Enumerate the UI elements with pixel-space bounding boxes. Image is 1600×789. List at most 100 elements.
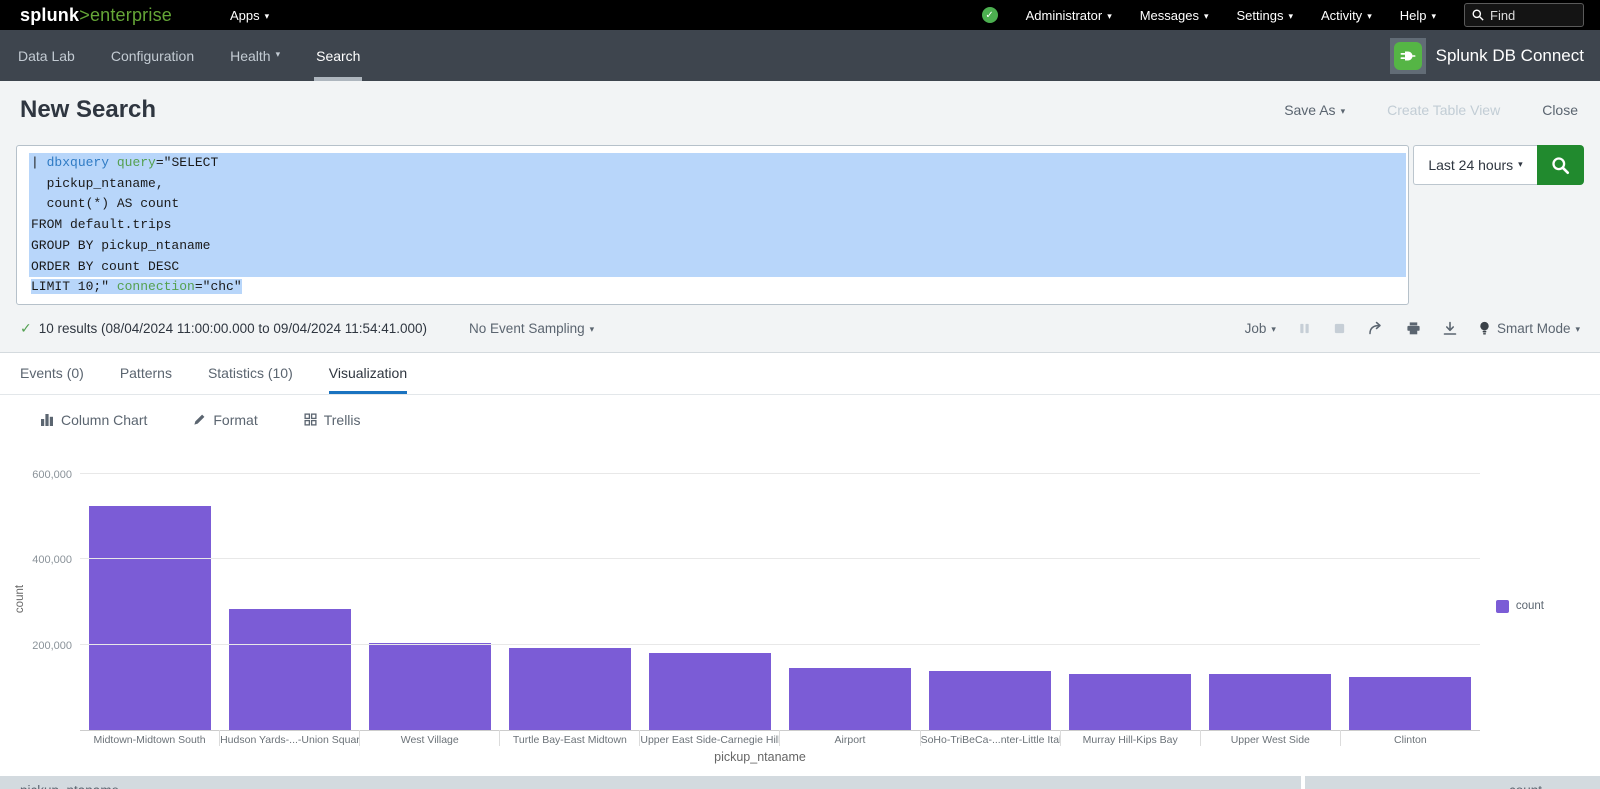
menu-administrator[interactable]: Administrator [1026,8,1112,23]
apps-menu[interactable]: Apps [230,8,269,23]
x-label: Hudson Yards-...-Union Square [219,730,359,746]
app-nav-bar: Data LabConfigurationHealthSearch Splunk… [0,30,1600,81]
menu-activity[interactable]: Activity [1321,8,1372,23]
query-line-1: | dbxquery query="SELECT [29,153,1406,174]
nav-item-configuration[interactable]: Configuration [93,30,212,81]
save-as-button[interactable]: Save As [1284,102,1345,118]
nav-item-data-lab[interactable]: Data Lab [0,30,93,81]
find-search-box[interactable] [1464,3,1584,27]
close-button[interactable]: Close [1542,102,1578,118]
smart-mode-label: Smart Mode [1497,321,1580,336]
bar-slot [1060,445,1200,730]
nav-item-search[interactable]: Search [298,30,378,81]
bar-2[interactable] [229,609,351,730]
bar-slot [220,445,360,730]
chart-legend[interactable]: count [1496,600,1544,613]
stop-button[interactable] [1333,322,1346,335]
x-label: Clinton [1340,730,1480,746]
bar-6[interactable] [789,668,911,730]
bar-3[interactable] [369,643,491,730]
app-name: Splunk DB Connect [1436,46,1584,66]
share-button[interactable] [1368,321,1384,336]
logo-gt: > [79,5,90,25]
pause-button[interactable] [1298,322,1311,335]
bar-5[interactable] [649,653,771,730]
x-axis-title: pickup_ntaname [160,750,1360,764]
x-label: Upper East Side-Carnegie Hill [639,730,779,746]
results-tabs: Events (0) Patterns Statistics (10) Visuali… [0,353,1600,395]
lightbulb-icon [1479,321,1490,336]
x-label: Turtle Bay-East Midtown [499,730,639,746]
results-bar: ✓ 10 results (08/04/2024 11:00:00.000 to… [0,305,1600,353]
chart-type-label: Column Chart [61,412,147,428]
smart-mode-menu[interactable]: Smart Mode [1479,321,1580,336]
trellis-button[interactable]: Trellis [304,412,361,428]
x-label: West Village [359,730,499,746]
header-actions: Save As Create Table View Close [1284,102,1578,118]
legend-swatch [1496,600,1509,613]
event-sampling-menu[interactable]: No Event Sampling [469,321,594,336]
chart-type-button[interactable]: Column Chart [40,412,147,428]
x-label: Airport [779,730,919,746]
viz-toolbar: Column Chart Format Trellis [0,395,1600,445]
query-line-4: FROM default.trips [29,215,1406,236]
bar-7[interactable] [929,671,1051,730]
table-header-pickup_ntaname[interactable]: pickup_ntaname [0,776,1301,789]
query-line-7: LIMIT 10;" connection="chc" [29,277,1406,298]
tab-events-0-[interactable]: Events (0) [20,353,84,394]
x-axis-labels: Midtown-Midtown SouthHudson Yards-...-Un… [80,730,1480,746]
find-input[interactable] [1490,8,1570,23]
menu-help[interactable]: Help [1400,8,1436,23]
topbar-menus: Administrator Messages Settings Activity Hel… [1026,8,1436,23]
page-header: New Search Save As Create Table View Clo… [0,81,1600,139]
search-icon [1472,9,1484,21]
trellis-label: Trellis [324,412,361,428]
x-label: Murray Hill-Kips Bay [1060,730,1200,746]
menu-settings[interactable]: Settings [1237,8,1294,23]
x-label: SoHo-TriBeCa-...nter-Little Italy [920,730,1060,746]
y-tick-label: 200,000 [0,640,72,652]
tab-patterns[interactable]: Patterns [120,353,172,394]
gridline-600000 [80,473,1480,474]
app-identity[interactable]: Splunk DB Connect [1390,30,1584,81]
time-range-picker[interactable]: Last 24 hours [1413,145,1537,185]
bar-slot [500,445,640,730]
bar-slot [780,445,920,730]
plug-icon [1399,47,1417,65]
column-chart: count Midtown-Midtown SouthHudson Yards-… [0,445,1600,765]
y-tick-label: 400,000 [0,554,72,566]
query-line-5: GROUP BY pickup_ntaname [29,236,1406,257]
job-menu[interactable]: Job [1245,321,1276,336]
appbar-items: Data LabConfigurationHealthSearch [0,30,378,81]
query-line-3: count(*) AS count [29,194,1406,215]
x-label: Upper West Side [1200,730,1340,746]
print-button[interactable] [1406,321,1421,336]
run-search-button[interactable] [1537,145,1584,185]
results-summary: 10 results (08/04/2024 11:00:00.000 to 0… [39,321,427,336]
format-label: Format [213,412,257,428]
tab-visualization[interactable]: Visualization [329,353,407,394]
logo-product: enterprise [90,5,172,25]
statistics-table-header: pickup_ntaname count [0,776,1600,789]
tab-statistics-10-[interactable]: Statistics (10) [208,353,293,394]
health-status-icon[interactable]: ✓ [982,7,998,23]
plot-area: Midtown-Midtown SouthHudson Yards-...-Un… [80,445,1480,731]
bar-slot [1200,445,1340,730]
bar-9[interactable] [1209,674,1331,729]
bar-slot [1340,445,1480,730]
nav-item-health[interactable]: Health [212,30,298,81]
x-label: Midtown-Midtown South [80,730,219,746]
job-controls: Job Smart Mode [1245,321,1580,336]
bar-1[interactable] [89,506,211,730]
export-button[interactable] [1443,321,1457,336]
bars-row [80,445,1480,730]
top-bar: splunk>enterprise Apps ✓ AdministratorMe… [0,0,1600,30]
bar-4[interactable] [509,648,631,730]
time-range-group: Last 24 hours [1413,145,1584,305]
format-button[interactable]: Format [193,412,257,428]
table-header-count[interactable]: count [1305,776,1600,789]
search-query-input[interactable]: | dbxquery query="SELECT pickup_ntaname,… [16,145,1409,305]
bar-8[interactable] [1069,674,1191,730]
menu-messages[interactable]: Messages [1140,8,1209,23]
bar-10[interactable] [1349,677,1471,730]
